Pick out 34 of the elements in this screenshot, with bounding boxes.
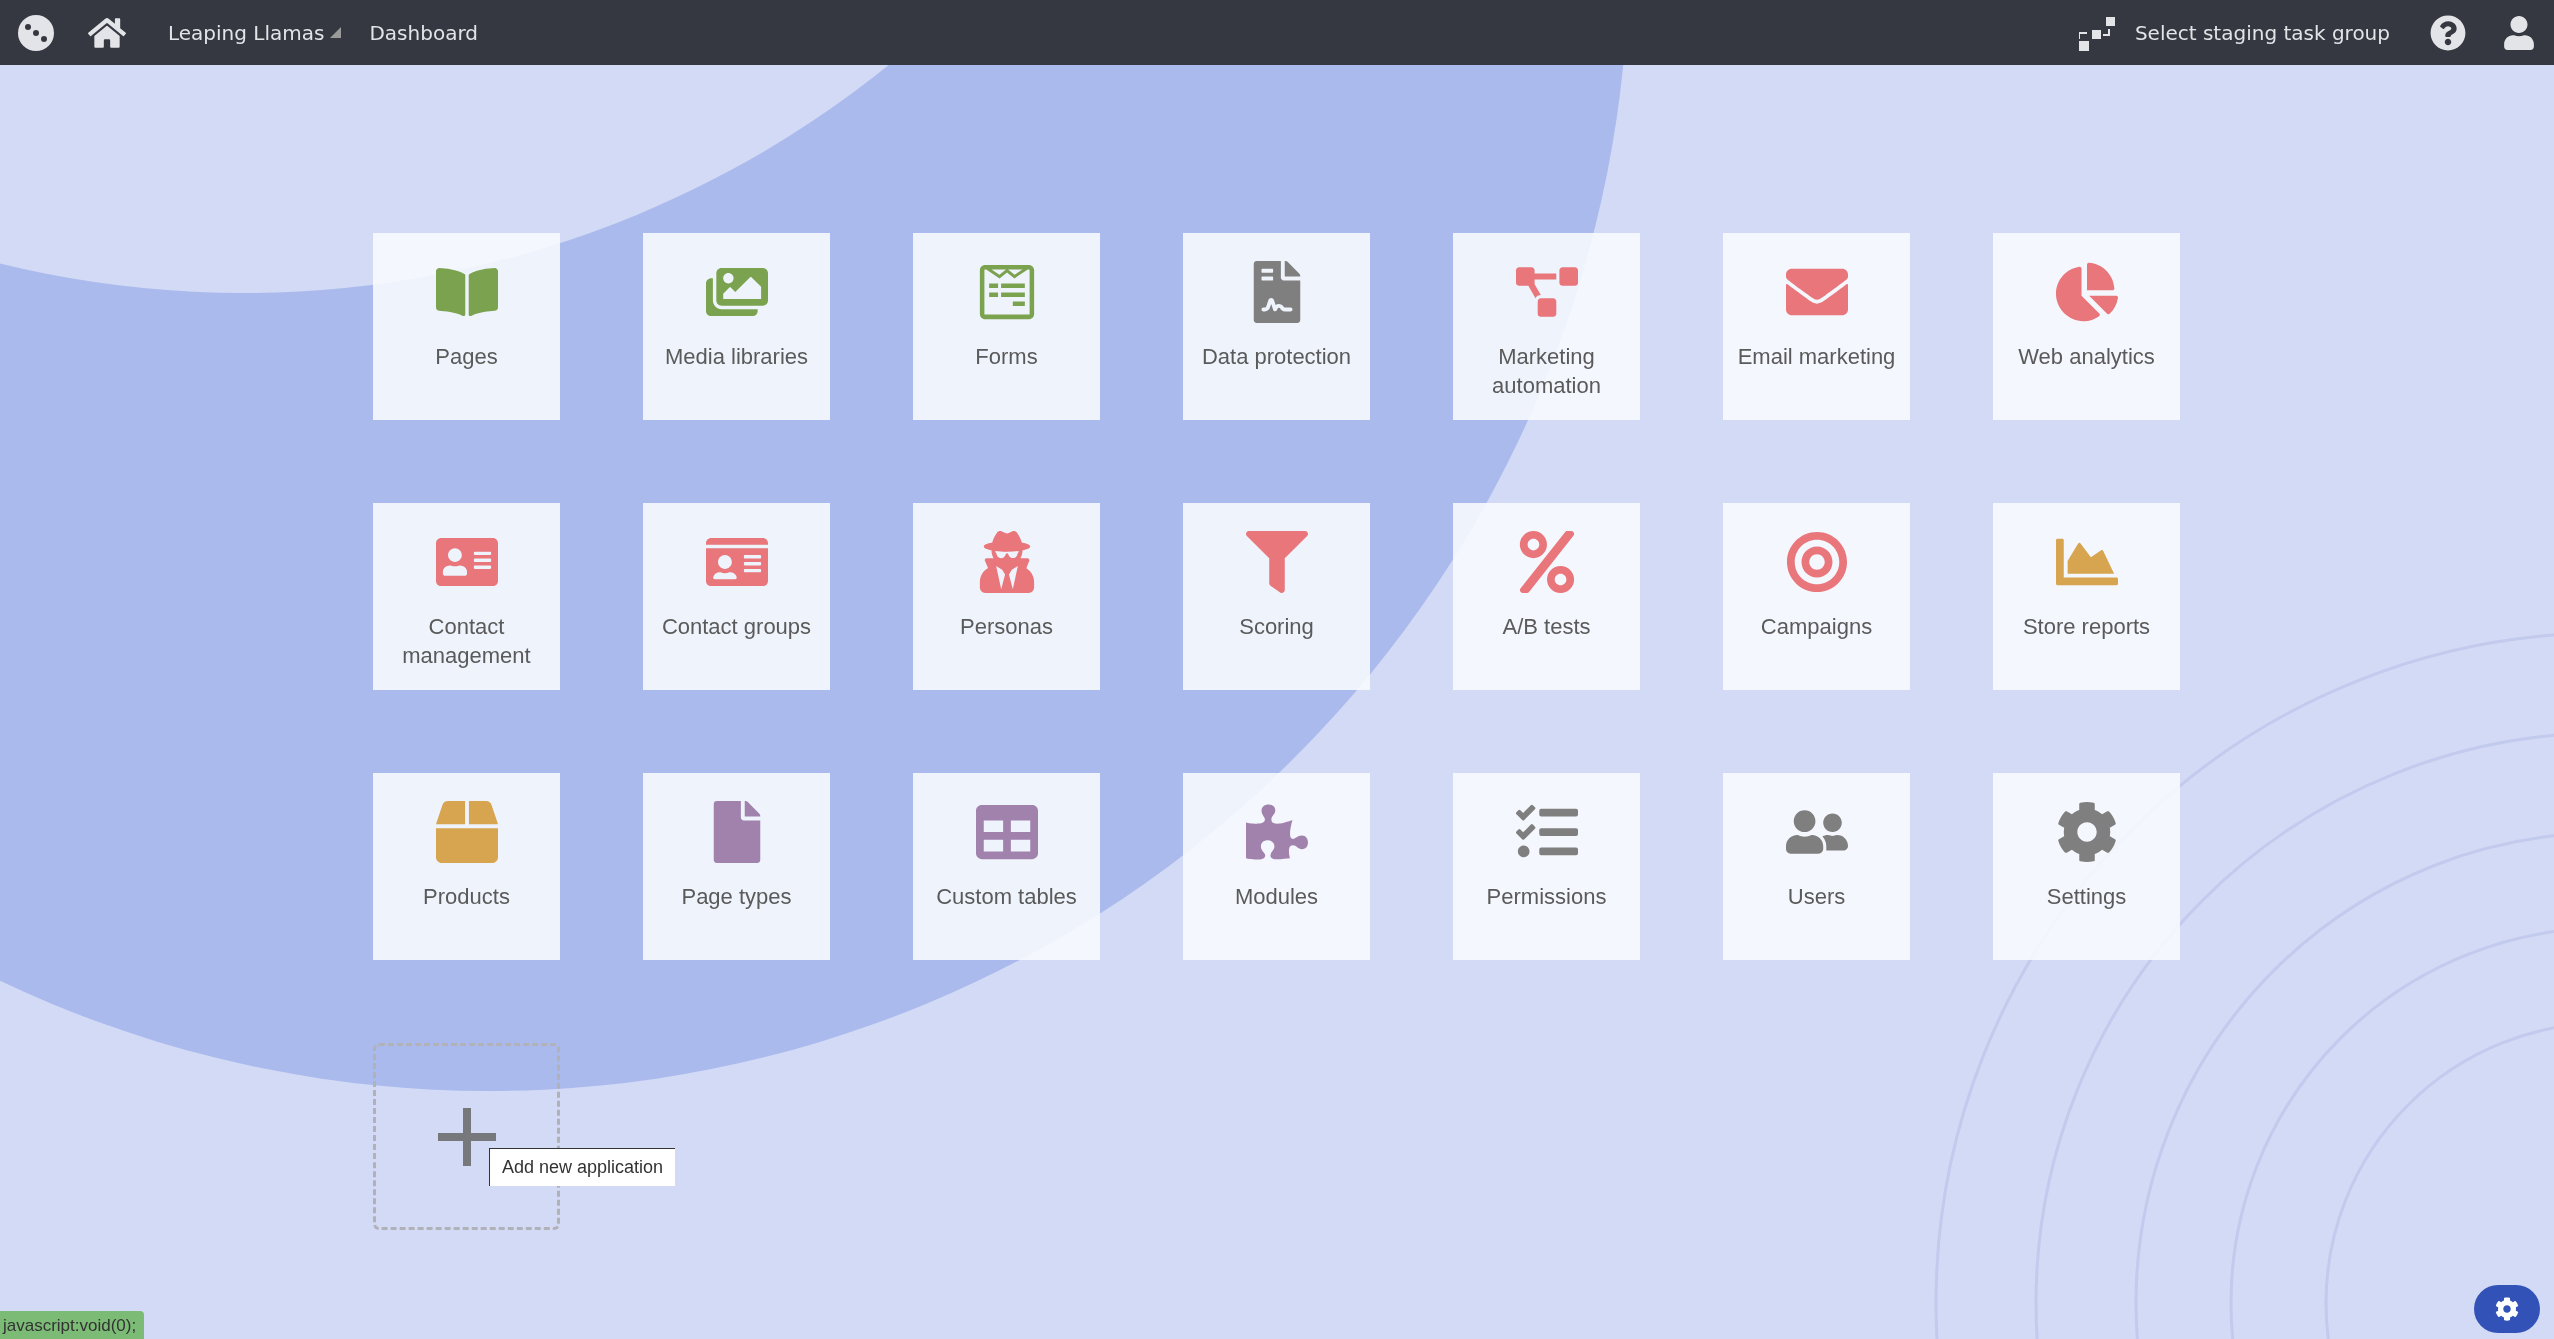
application-tile[interactable]: Data protection <box>1183 233 1370 420</box>
help-icon[interactable] <box>2430 14 2466 51</box>
application-tile[interactable]: Pages <box>373 233 560 420</box>
breadcrumb[interactable]: Dashboard <box>369 20 478 45</box>
application-tile[interactable]: Marketing automation <box>1453 233 1640 420</box>
application-tile[interactable]: Contact management <box>373 503 560 690</box>
application-tile[interactable]: Personas <box>913 503 1100 690</box>
settings-icon <box>2495 1297 2519 1321</box>
site-selector[interactable]: Leaping Llamas <box>168 20 342 45</box>
staging-icon[interactable] <box>2078 14 2115 51</box>
caret-icon <box>330 27 342 38</box>
settings-button[interactable] <box>2474 1285 2540 1333</box>
application-tile[interactable]: Settings <box>1993 773 2180 960</box>
application-tile[interactable]: Email marketing <box>1723 233 1910 420</box>
application-tile[interactable]: Media libraries <box>643 233 830 420</box>
application-tile[interactable]: Page types <box>643 773 830 960</box>
logo-icon[interactable] <box>18 14 54 51</box>
application-tile[interactable]: Permissions <box>1453 773 1640 960</box>
plus-icon <box>437 1107 496 1166</box>
tooltip: Add new application <box>489 1148 676 1186</box>
status-bar: javascript:void(0); <box>0 1311 145 1339</box>
application-tile[interactable]: A/B tests <box>1453 503 1640 690</box>
application-tile[interactable]: Scoring <box>1183 503 1370 690</box>
application-tile[interactable]: Users <box>1723 773 1910 960</box>
application-tile[interactable]: Custom tables <box>913 773 1100 960</box>
application-tile[interactable]: Products <box>373 773 560 960</box>
application-tile[interactable]: Store reports <box>1993 503 2180 690</box>
staging-task-group-link[interactable]: Select staging task group <box>2134 20 2390 45</box>
application-tile[interactable]: Campaigns <box>1723 503 1910 690</box>
application-tile[interactable]: Modules <box>1183 773 1370 960</box>
user-icon[interactable] <box>2502 15 2536 50</box>
application-tile[interactable]: Contact groups <box>643 503 830 690</box>
application-tile[interactable]: Web analytics <box>1993 233 2180 420</box>
application-tile[interactable]: Forms <box>913 233 1100 420</box>
